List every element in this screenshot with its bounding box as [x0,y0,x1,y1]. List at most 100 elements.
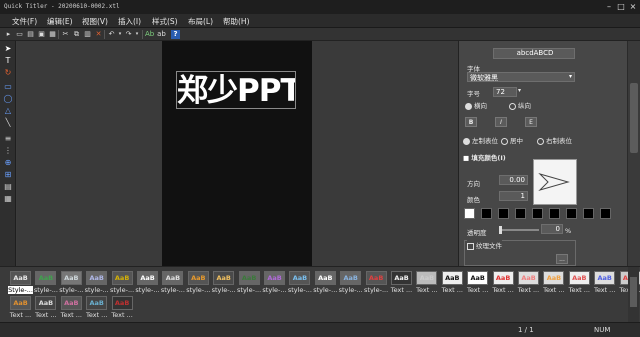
arrow-icon[interactable]: ➤ [3,44,13,54]
gallery-scrollbar[interactable] [628,267,639,323]
text-tool-icon[interactable]: T [3,56,13,66]
redo-icon[interactable]: ↷ [124,30,133,39]
style-preset[interactable]: AaB style-... [160,271,185,294]
style-preset[interactable]: AaB style-... [211,271,236,294]
style-preset[interactable]: AaB style-... [364,271,389,294]
undo-icon[interactable]: ↶ [107,30,116,39]
style-preset[interactable]: AaB style-... [110,271,135,294]
tab-left-radio[interactable]: 左制表位 [463,135,498,145]
color-swatch[interactable] [481,208,492,219]
texture-checkbox[interactable]: 纹理文件 [467,240,502,250]
color-swatch[interactable] [583,208,594,219]
opacity-input[interactable]: 0 [541,224,563,234]
menu-help[interactable]: 帮助(H) [223,16,250,27]
style-preset[interactable]: AaBText ... [440,271,465,294]
ellipse-tool-icon[interactable]: ◯ [3,94,13,104]
minimize-icon[interactable]: – [604,2,614,11]
spacing-icon[interactable]: ⋮ [3,146,13,156]
layer-icon[interactable]: ▤ [3,182,13,192]
color-swatch[interactable] [549,208,560,219]
save-icon[interactable]: ▣ [37,30,46,39]
distribute-icon[interactable]: ⊞ [3,170,13,180]
style-preset[interactable]: AaB style-... [135,271,160,294]
line-tool-icon[interactable]: ╲ [3,118,13,128]
opacity-slider-handle[interactable] [499,226,502,234]
color-swatch[interactable] [464,208,475,219]
style-preset[interactable]: AaBText ... [541,271,566,294]
select-tool-icon[interactable]: ▸ [4,30,13,39]
paste-icon[interactable]: ▥ [83,30,92,39]
style-preset[interactable]: AaB style-... [237,271,262,294]
direction-preview[interactable] [533,159,577,205]
color-count-input[interactable]: 1 [499,191,528,201]
panel-scrollbar[interactable] [627,41,640,266]
close-icon[interactable]: × [628,2,638,11]
direction-input[interactable]: 0.00 [499,175,528,185]
style-preset[interactable]: AaB style-... [313,271,338,294]
style-preset[interactable]: AaB style-... [186,271,211,294]
style-preset[interactable]: AaBText ... [516,271,541,294]
font-size-input[interactable]: 72 [493,87,517,97]
menu-file[interactable]: 文件(F) [12,16,37,27]
style-preset[interactable]: AaBText ... [110,296,135,319]
new-icon[interactable]: ▭ [15,30,24,39]
style-preset[interactable]: AaB Style-... [8,271,33,294]
color-swatch[interactable] [498,208,509,219]
text-style-icon[interactable]: Ab [145,30,154,39]
tab-center-radio[interactable]: 居中 [501,135,523,145]
style-preset[interactable]: AaB style-... [338,271,363,294]
style-preset[interactable]: AaBText ... [491,271,516,294]
color-swatch[interactable] [532,208,543,219]
center-icon[interactable]: ⊕ [3,158,13,168]
style-preset[interactable]: AaBText ... [465,271,490,294]
align-icon[interactable]: ≡ [3,134,13,144]
maximize-icon[interactable]: □ [616,2,626,11]
gallery-scrollbar-thumb[interactable] [630,277,637,307]
grid-icon[interactable]: ▦ [3,194,13,204]
style-preset[interactable]: AaB style-... [84,271,109,294]
help-icon[interactable]: ? [171,30,180,39]
size-dropdown-icon[interactable]: ▾ [518,87,521,94]
color-swatch[interactable] [566,208,577,219]
opacity-slider[interactable] [499,229,539,231]
menu-style[interactable]: 样式(S) [152,16,178,27]
orientation-vertical-radio[interactable]: 纵向 [509,100,531,110]
rotate-tool-icon[interactable]: ↻ [3,68,13,78]
menu-layout[interactable]: 布局(L) [188,16,213,27]
style-preset[interactable]: AaB style-... [59,271,84,294]
font-select[interactable]: 微软雅黑 ▾ [467,72,575,82]
menu-view[interactable]: 视图(V) [82,16,108,27]
style-preset[interactable]: AaB style-... [262,271,287,294]
rectangle-tool-icon[interactable]: ▭ [3,82,13,92]
style-preset[interactable]: AaBText ... [389,271,414,294]
triangle-tool-icon[interactable]: △ [3,106,13,116]
style-preset[interactable]: AaBText ... [8,296,33,319]
italic-button[interactable]: I [495,117,507,127]
save-as-icon[interactable]: ▦ [48,30,57,39]
style-preset[interactable]: AaBText ... [592,271,617,294]
delete-icon[interactable]: ✕ [94,30,103,39]
title-text-object[interactable]: 郑少PPT [176,71,296,109]
color-swatch[interactable] [515,208,526,219]
bold-button[interactable]: B [465,117,477,127]
style-preset[interactable]: AaB style-... [33,271,58,294]
undo-dropdown-icon[interactable]: ▾ [117,30,123,39]
menu-insert[interactable]: 插入(I) [118,16,141,27]
style-preset[interactable]: AaBText ... [59,296,84,319]
style-preset[interactable]: AaBText ... [84,296,109,319]
underline-button[interactable]: E [525,117,537,127]
tab-right-radio[interactable]: 右制表位 [537,135,572,145]
orientation-horizontal-radio[interactable]: 横向 [465,100,487,110]
text-content-input[interactable]: abcdABCD [493,48,575,59]
style-preset[interactable]: AaB style-... [287,271,312,294]
open-icon[interactable]: ▤ [26,30,35,39]
style-preset[interactable]: AaBText ... [33,296,58,319]
redo-dropdown-icon[interactable]: ▾ [134,30,140,39]
menu-edit[interactable]: 编辑(E) [47,16,73,27]
color-swatch[interactable] [600,208,611,219]
panel-scrollbar-thumb[interactable] [630,83,638,153]
copy-icon[interactable]: ⧉ [72,30,81,39]
browse-texture-button[interactable]: ... [556,254,568,264]
style-preset[interactable]: AaBText ... [567,271,592,294]
font-icon[interactable]: ab [157,30,166,39]
